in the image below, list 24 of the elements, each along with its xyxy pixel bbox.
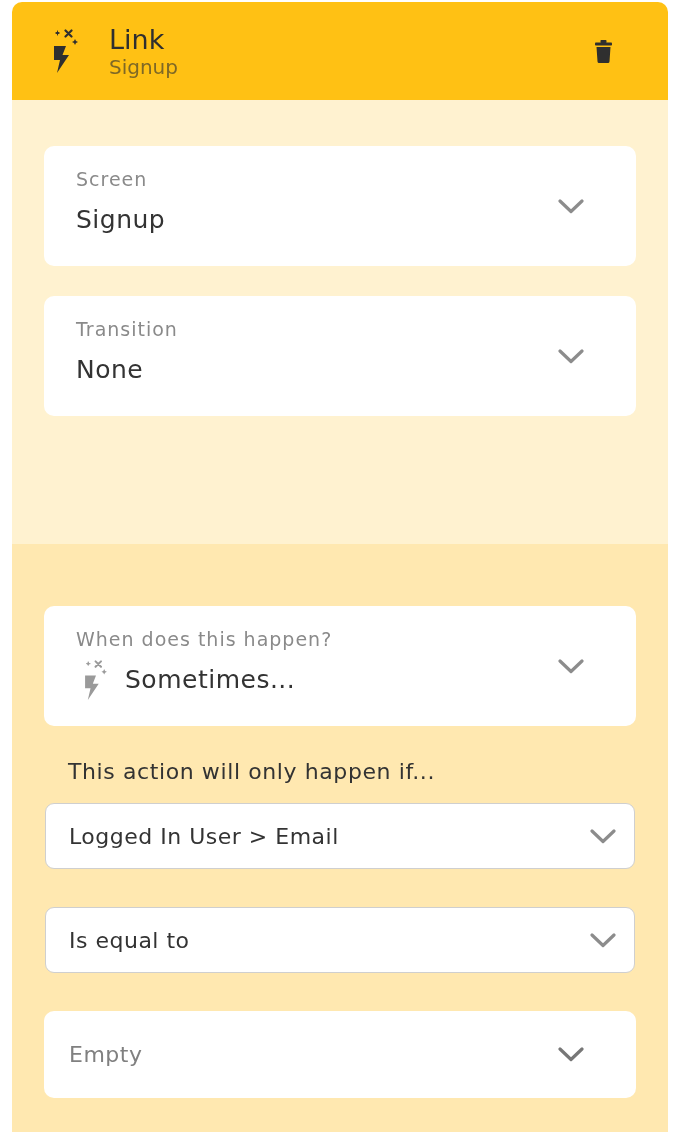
chevron-down-icon <box>590 932 616 948</box>
field-label: Screen <box>76 168 148 190</box>
condition-intro: This action will only happen if... <box>68 760 435 784</box>
chevron-down-icon <box>558 1047 584 1062</box>
lightning-sparkle-icon <box>83 660 109 700</box>
chevron-down-icon <box>558 198 584 214</box>
field-value: None <box>76 354 144 386</box>
lightning-sparkle-icon <box>52 29 80 73</box>
dropdown-card[interactable]: Transition None <box>44 296 636 416</box>
dropdown-card[interactable]: When does this happen? Sometimes... <box>44 606 636 726</box>
chevron-down-icon <box>558 658 584 674</box>
action-title: Link <box>109 23 165 55</box>
chevron-down-icon <box>590 828 616 844</box>
chevron-down-icon <box>558 348 584 364</box>
value-field[interactable]: Empty <box>44 1011 636 1098</box>
condition-dropdown[interactable]: Logged In User > Email <box>45 803 635 869</box>
trash-icon <box>595 39 612 63</box>
field-label: When does this happen? <box>76 628 333 650</box>
field-label: Transition <box>76 318 178 340</box>
condition-dropdown[interactable]: Is equal to <box>45 907 635 973</box>
action-subtitle: Signup <box>109 54 178 79</box>
dropdown-card[interactable]: Screen Signup <box>44 146 636 266</box>
field-value: Sometimes... <box>125 664 296 696</box>
field-value: Signup <box>76 204 166 236</box>
